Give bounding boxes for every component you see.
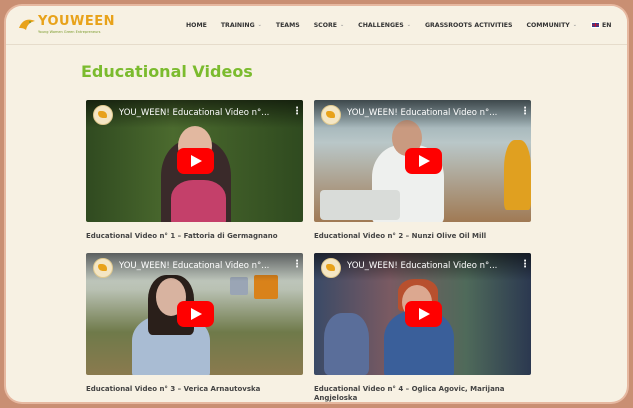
video-embed-4[interactable]: YOU_WEEN! Educational Video n°... ⋮ — [314, 253, 531, 375]
chevron-down-icon: ⌄ — [257, 22, 262, 28]
nav-training[interactable]: TRAINING ⌄ — [221, 22, 262, 29]
chevron-down-icon: ⌄ — [339, 22, 345, 28]
video-card-4: YOU_WEEN! Educational Video n°... ⋮ Educ… — [314, 253, 531, 402]
channel-avatar[interactable] — [93, 105, 113, 125]
chevron-down-icon: ⌄ — [572, 22, 577, 28]
uk-flag-icon — [591, 22, 600, 28]
chevron-down-icon: ⌄ — [406, 22, 411, 28]
language-switcher[interactable]: EN — [591, 22, 611, 29]
play-button-icon[interactable] — [176, 301, 214, 327]
video-embed-1[interactable]: YOU_WEEN! Educational Video n°... ⋮ — [86, 100, 303, 222]
play-button-icon[interactable] — [404, 301, 442, 327]
video-card-1: YOU_WEEN! Educational Video n°... ⋮ Educ… — [86, 100, 303, 241]
video-caption: Educational Video n° 2 – Nunzi Olive Oil… — [314, 232, 487, 240]
channel-avatar[interactable] — [93, 258, 113, 278]
more-options-icon[interactable]: ⋮ — [292, 260, 302, 271]
video-caption: Educational Video n° 3 – Verica Arnautov… — [86, 385, 261, 393]
nav-grassroots-activities[interactable]: GRASSROOTS ACTIVITIES — [425, 22, 513, 29]
more-options-icon[interactable]: ⋮ — [292, 107, 302, 118]
thumbnail-background-person — [324, 313, 369, 375]
video-embed-2[interactable]: YOU_WEEN! Educational Video n°... ⋮ — [314, 100, 531, 222]
video-card-3: YOU_WEEN! Educational Video n°... ⋮ Educ… — [86, 253, 303, 394]
more-options-icon[interactable]: ⋮ — [520, 260, 530, 271]
nav-home-label: HOME — [186, 21, 207, 29]
language-label: EN — [602, 21, 612, 29]
channel-avatar[interactable] — [321, 258, 341, 278]
video-caption: Educational Video n° 4 – Oglica Agovic, … — [314, 385, 505, 402]
site-header: YOUWEEN Young Women Green Entrepreneurs … — [6, 6, 627, 45]
video-title[interactable]: YOU_WEEN! Educational Video n°... — [119, 261, 274, 271]
more-options-icon[interactable]: ⋮ — [520, 107, 530, 118]
main-navigation: HOME TRAINING ⌄ TEAMS SCORE ⌄ CHALLENGES ⌄ … — [186, 6, 625, 44]
video-card-2: YOU_WEEN! Educational Video n°... ⋮ Educ… — [314, 100, 531, 241]
nav-community[interactable]: COMMUNITY ⌄ — [526, 22, 577, 29]
nav-grassroots-label: GRASSROOTS ACTIVITIES — [424, 21, 513, 29]
logo-wordmark: YOUWEEN — [38, 14, 116, 29]
logo-tagline: Young Women Green Entrepreneurs — [38, 30, 101, 34]
nav-challenges[interactable]: CHALLENGES ⌄ — [358, 22, 411, 29]
browser-page: YOUWEEN Young Women Green Entrepreneurs … — [6, 6, 627, 402]
nav-score-label: SCORE — [313, 21, 337, 29]
play-button-icon[interactable] — [176, 148, 214, 174]
nav-training-label: TRAINING — [220, 21, 255, 29]
nav-teams[interactable]: TEAMS — [276, 22, 300, 29]
nav-home[interactable]: HOME — [186, 22, 207, 29]
play-button-icon[interactable] — [404, 148, 442, 174]
channel-avatar[interactable] — [321, 105, 341, 125]
thumbnail-laptop — [320, 190, 400, 220]
thumbnail-chair — [504, 140, 531, 210]
video-title[interactable]: YOU_WEEN! Educational Video n°... — [347, 261, 502, 271]
nav-teams-label: TEAMS — [275, 21, 300, 29]
video-title[interactable]: YOU_WEEN! Educational Video n°... — [119, 108, 274, 118]
nav-score[interactable]: SCORE ⌄ — [314, 22, 344, 29]
video-caption: Educational Video n° 1 – Fattoria di Ger… — [86, 232, 278, 240]
page-title: Educational Videos — [81, 62, 253, 81]
nav-challenges-label: CHALLENGES — [358, 21, 404, 29]
thumbnail-clothing — [171, 180, 226, 222]
bird-logo-icon — [19, 19, 35, 30]
nav-community-label: COMMUNITY — [526, 21, 570, 29]
video-embed-3[interactable]: YOU_WEEN! Educational Video n°... ⋮ — [86, 253, 303, 375]
video-title[interactable]: YOU_WEEN! Educational Video n°... — [347, 108, 502, 118]
